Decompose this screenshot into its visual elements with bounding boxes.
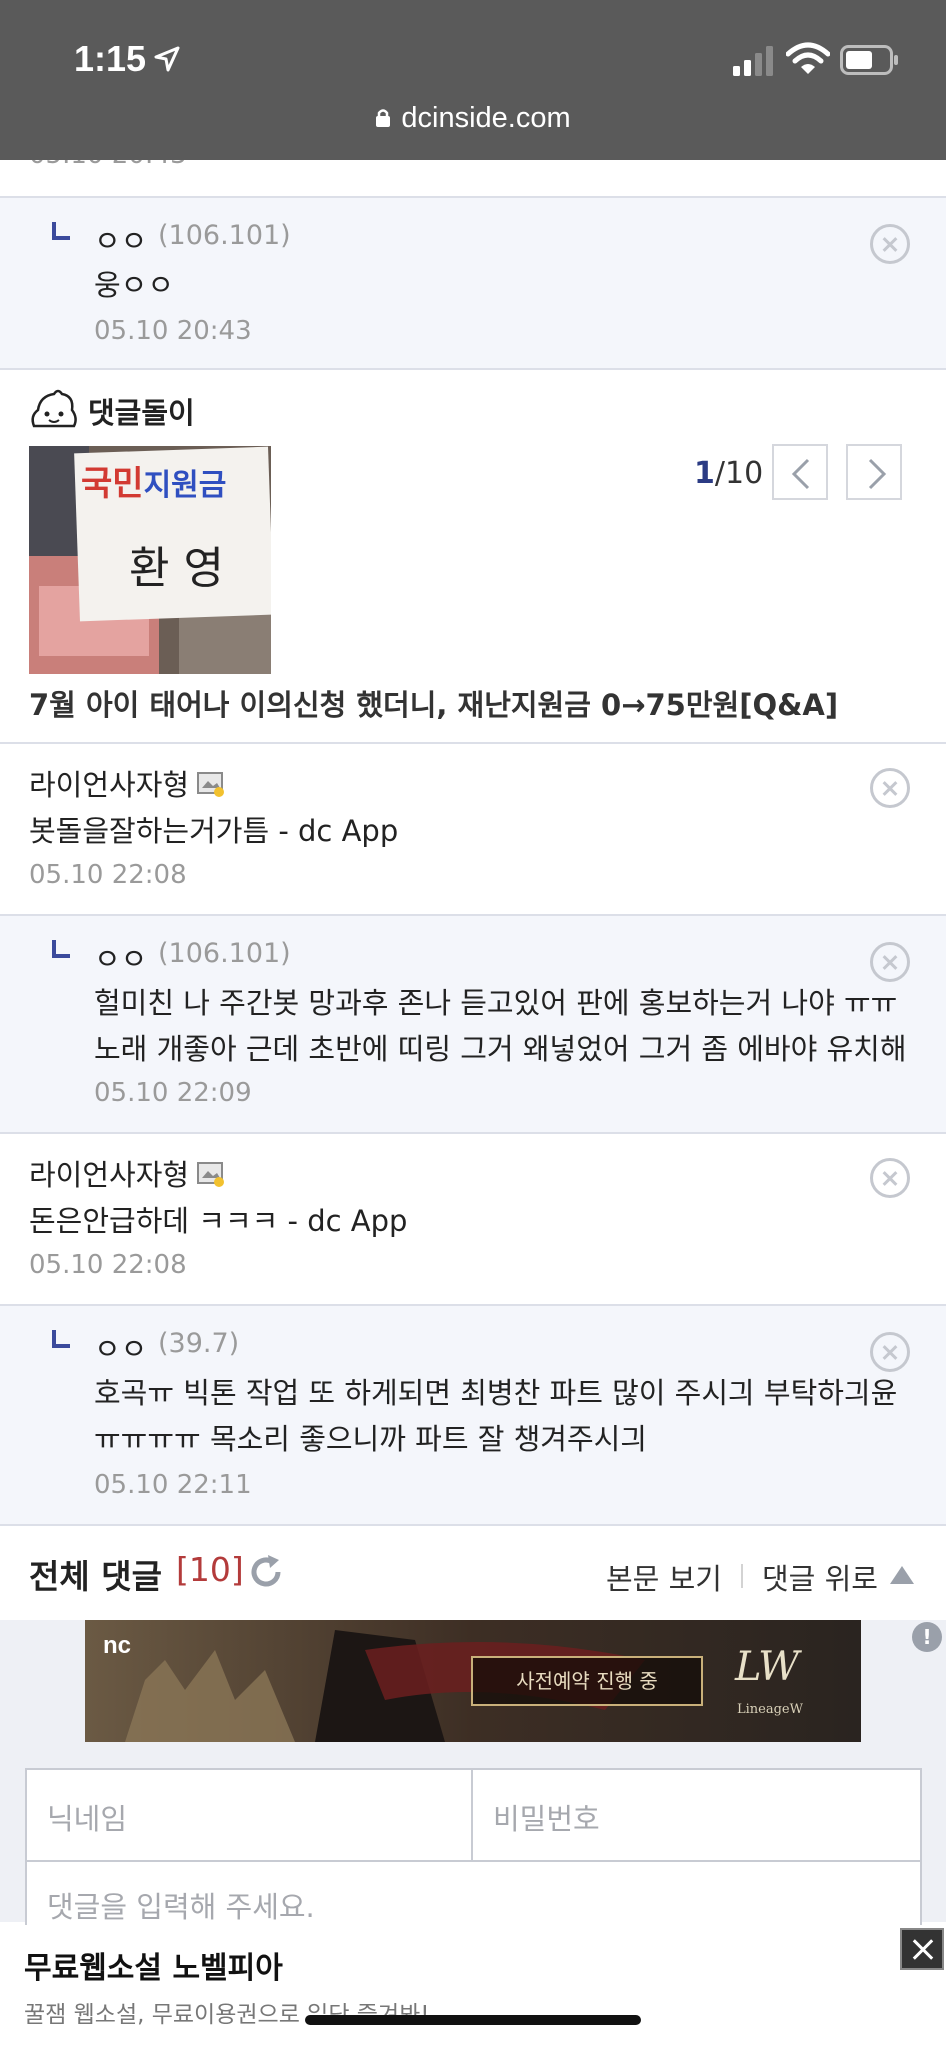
comment-nick[interactable]: ㅇㅇ: [94, 1326, 147, 1368]
comment-text-line1: 호곡ㅠ 빅톤 작업 또 하게되면 최병찬 파트 많이 주시긔 부탁하긔윤: [94, 1376, 898, 1410]
url-text: dcinside.com: [401, 102, 571, 134]
triangle-up-icon[interactable]: [890, 1566, 914, 1584]
comment-date: 05.10 22:08: [29, 860, 187, 890]
wifi-icon: [786, 42, 830, 74]
refresh-icon[interactable]: [246, 1552, 286, 1592]
comment-placeholder: 댓글을 입력해 주세요.: [47, 1890, 315, 1924]
comment-date: 05.10 22:09: [94, 1078, 252, 1108]
cellular-signal-icon: [733, 46, 773, 76]
prev-button[interactable]: [772, 444, 828, 500]
comment-text: 봇돌을잘하는거가틈 - dc App: [29, 814, 399, 848]
bot-mascot-icon: [31, 389, 77, 428]
comment-text-line1: 헐미친 나 주간봇 망과후 존나 듣고있어 판에 홍보하는거 나야 ㅠㅠ: [94, 986, 898, 1020]
comment-main: 라이언사자형 돈은안급하데 ㅋㅋㅋ - dc App 05.10 22:08: [0, 1134, 946, 1306]
status-time: 1:15: [74, 38, 147, 79]
gallery-icon: [197, 1162, 225, 1187]
ad-game-logo: LW: [735, 1644, 800, 1690]
comment-reply: ㅇㅇ (106.101) 헐미친 나 주간봇 망과후 존나 듣고있어 판에 홍보…: [0, 916, 946, 1134]
comment-reply: ㅇㅇ (39.7) 호곡ㅠ 빅톤 작업 또 하게되면 최병찬 파트 많이 주시긔…: [0, 1306, 946, 1526]
comment-nick[interactable]: 라이언사자형: [29, 762, 225, 804]
reply-indicator-icon: [52, 1330, 70, 1348]
chevron-left-icon: [791, 458, 810, 490]
browser-status-bar: 1:15 dcinside.com: [0, 0, 946, 160]
nickname-input[interactable]: 닉네임: [27, 1770, 473, 1862]
comment-form: 닉네임 비밀번호 댓글을 입력해 주세요.: [25, 1768, 922, 1948]
bottom-ad-title: 무료웹소설 노벨피아: [24, 1951, 283, 1986]
close-ad-icon[interactable]: [900, 1928, 944, 1970]
delete-comment-icon[interactable]: [870, 1332, 910, 1372]
chevron-right-icon: [868, 458, 887, 490]
bot-pager: 1/10: [694, 456, 764, 491]
comment-ip: (39.7): [158, 1328, 240, 1359]
home-indicator[interactable]: [305, 2015, 641, 2025]
comment-bot-card: 댓글돌이 국민지원금 환 영 1/10 7월 아이 태어나 이의신청 했더니, …: [0, 370, 946, 744]
reply-indicator-icon: [52, 940, 70, 958]
divider: [741, 1564, 743, 1588]
password-input[interactable]: 비밀번호: [473, 1770, 922, 1862]
comment-nick[interactable]: 라이언사자형: [29, 1152, 225, 1194]
ad-banner[interactable]: nc 사전예약 진행 중 LW LineageW: [85, 1620, 861, 1742]
comment-date: 05.10 22:08: [29, 1250, 187, 1280]
delete-comment-icon[interactable]: [870, 1158, 910, 1198]
password-placeholder: 비밀번호: [493, 1802, 600, 1836]
ad-game-logo-sub: LineageW: [737, 1702, 803, 1717]
delete-comment-icon[interactable]: [870, 224, 910, 264]
comment-ip: (106.101): [158, 220, 291, 251]
reply-indicator-icon: [52, 222, 70, 240]
location-arrow-icon: [154, 46, 180, 72]
delete-comment-icon[interactable]: [870, 942, 910, 982]
view-post-link[interactable]: 본문 보기: [606, 1556, 722, 1598]
bot-name: 댓글돌이: [88, 396, 195, 430]
url-bar[interactable]: dcinside.com: [0, 102, 946, 135]
comment-nick[interactable]: ㅇㅇ: [94, 936, 147, 978]
bot-article-title[interactable]: 7월 아이 태어나 이의신청 했더니, 재난지원금 0→75만원[Q&A]: [29, 682, 838, 724]
total-comments-count: [10]: [176, 1550, 244, 1589]
gallery-icon: [197, 772, 225, 797]
total-comments-bar: 전체 댓글 [10] 본문 보기 댓글 위로: [0, 1526, 946, 1620]
comment-text-line2: 노래 개좋아 근데 초반에 띠링 그거 왜넣었어 그거 좀 에바야 유치해: [94, 1032, 907, 1066]
comment-date: 05.10 22:11: [94, 1470, 252, 1500]
comment-reply: ㅇㅇ (106.101) 웅ㅇㅇ 05.10 20:43: [0, 196, 946, 370]
lock-icon: [376, 109, 391, 127]
battery-icon: [840, 45, 898, 75]
comment-date: 05.10 20:43: [94, 316, 252, 346]
next-button[interactable]: [846, 444, 902, 500]
comment-text: 돈은안급하데 ㅋㅋㅋ - dc App: [29, 1204, 408, 1238]
nickname-placeholder: 닉네임: [47, 1802, 128, 1836]
delete-comment-icon[interactable]: [870, 768, 910, 808]
ad-cta-button[interactable]: 사전예약 진행 중: [471, 1656, 703, 1706]
scroll-to-comments-link[interactable]: 댓글 위로: [762, 1556, 878, 1598]
thumb-sign-line2: 환 영: [129, 543, 224, 594]
comment-main: 라이언사자형 봇돌을잘하는거가틈 - dc App 05.10 22:08: [0, 744, 946, 916]
ad-info-icon[interactable]: !: [912, 1622, 942, 1652]
thumb-sign-line1: 국민지원금: [81, 464, 227, 504]
ad-brand-logo: nc: [103, 1632, 132, 1659]
comment-text-line2: ㅠㅠㅠㅠ 목소리 좋으니까 파트 잘 챙겨주시긔: [94, 1422, 648, 1456]
comment-ip: (106.101): [158, 938, 291, 969]
comment-text: 웅ㅇㅇ: [94, 268, 175, 302]
comment-nick[interactable]: ㅇㅇ: [94, 218, 147, 260]
bottom-ad-banner[interactable]: 무료웹소설 노벨피아 꿀잼 웹소설, 무료이용권으로 일단 즐겨봐!: [0, 1925, 946, 2048]
total-comments-label: 전체 댓글: [29, 1557, 162, 1596]
bot-article-thumbnail[interactable]: 국민지원금 환 영: [29, 446, 271, 674]
